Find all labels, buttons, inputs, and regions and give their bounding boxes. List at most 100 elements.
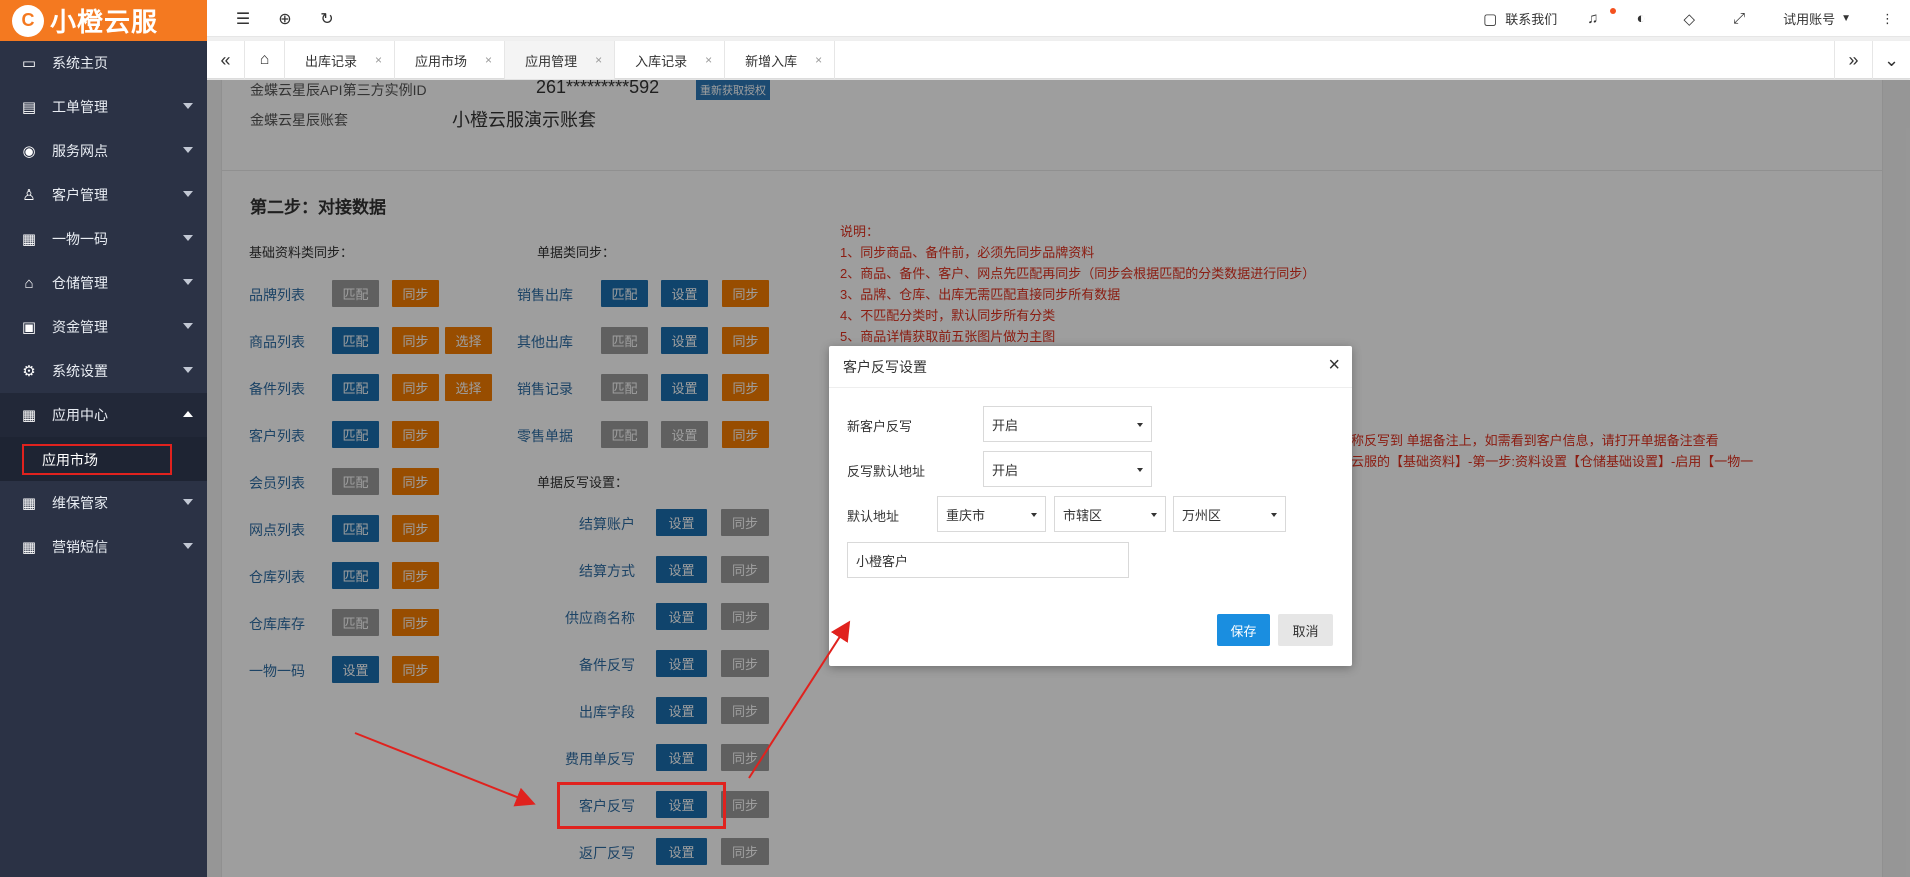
city-value: 重庆市 <box>946 507 986 523</box>
document-icon: ▤ <box>21 99 37 116</box>
sidebar-item-label: 系统主页 <box>52 55 108 71</box>
money-icon: ▣ <box>21 319 37 336</box>
sidebar-item-label: 系统设置 <box>52 363 108 379</box>
close-icon[interactable]: × <box>595 53 602 67</box>
chevron-down-icon: ▼ <box>1841 13 1851 24</box>
close-icon[interactable]: × <box>375 53 382 67</box>
sidebar-menu: ▭ 系统主页 ▤ 工单管理 ◉ 服务网点 ♙ 客户管理 ▦ 一物一码 ⌂ 仓储管理 ▣ 资金管理 ⚙ 系统设置… <box>0 41 207 569</box>
county-value: 万州区 <box>1182 507 1222 523</box>
sidebar: C 小橙云服 ▭ 系统主页 ▤ 工单管理 ◉ 服务网点 ♙ 客户管理 ▦ 一物一码 ⌂ 仓储管理 ▣ 资金… <box>0 0 207 877</box>
new-customer-writeback-value: 开启 <box>992 417 1019 433</box>
refresh-icon[interactable]: ↻ <box>317 9 337 29</box>
app-logo[interactable]: C 小橙云服 <box>0 0 207 41</box>
district-select[interactable]: 市辖区 <box>1054 496 1166 532</box>
contact-us-link[interactable]: ▢ 联系我们 <box>1483 9 1557 28</box>
new-customer-writeback-label: 新客户反写 <box>847 419 913 434</box>
new-customer-writeback-select[interactable]: 开启 <box>983 406 1152 442</box>
close-icon[interactable]: × <box>815 53 822 67</box>
topbar: ☰ ⊕ ↻ ▢ 联系我们 ♫ ◐ ◇ ⤢ 试用账号 ▼ ⋮ <box>207 0 1910 37</box>
home-tab-icon[interactable]: ⌂ <box>245 41 285 79</box>
contact-us-label: 联系我们 <box>1505 12 1558 27</box>
tag-button[interactable]: ◇ <box>1684 10 1704 28</box>
sidebar-item-label: 应用中心 <box>52 407 108 423</box>
address-input[interactable]: 小橙客户 <box>847 542 1129 578</box>
sidebar-item-label: 服务网点 <box>52 143 108 159</box>
tab-1[interactable]: 应用市场 × <box>395 41 506 79</box>
bank-icon: ⌂ <box>24 274 34 292</box>
address-input-value: 小橙客户 <box>856 553 909 569</box>
default-address-writeback-value: 开启 <box>992 462 1019 478</box>
chevron-down-icon <box>183 235 193 241</box>
sidebar-item-7[interactable]: ⚙ 系统设置 <box>0 349 207 393</box>
sidebar-item-6[interactable]: ▣ 资金管理 <box>0 305 207 349</box>
sidebar-item-1[interactable]: ▤ 工单管理 <box>0 85 207 129</box>
district-value: 市辖区 <box>1063 507 1103 523</box>
tabs-scroll-left-icon[interactable]: « <box>207 41 245 79</box>
sidebar-item-4[interactable]: ▦ 一物一码 <box>0 217 207 261</box>
close-icon[interactable]: × <box>705 53 712 67</box>
submenu-item-app-market[interactable]: 应用市场 <box>22 444 172 475</box>
chevron-down-icon <box>1271 513 1277 517</box>
chevron-down-icon <box>183 147 193 153</box>
chevron-down-icon <box>183 279 193 285</box>
sidebar-item-0[interactable]: ▭ 系统主页 <box>0 41 207 85</box>
tab-2[interactable]: 应用管理 × <box>505 41 616 79</box>
sidebar-item-10[interactable]: ▦ 营销短信 <box>0 525 207 569</box>
close-icon[interactable]: × <box>485 53 492 67</box>
chevron-down-icon <box>183 543 193 549</box>
chevron-down-icon <box>1137 423 1143 427</box>
globe-icon: ◉ <box>22 143 36 160</box>
default-address-writeback-select[interactable]: 开启 <box>983 451 1152 487</box>
sidebar-item-2[interactable]: ◉ 服务网点 <box>0 129 207 173</box>
cancel-button[interactable]: 取消 <box>1278 614 1333 646</box>
fullscreen-icon: ⤢ <box>1733 10 1746 27</box>
tab-label: 出库记录 <box>305 53 358 69</box>
notification-dot <box>1610 8 1617 14</box>
monitor-icon: ▭ <box>21 55 37 72</box>
sidebar-item-3[interactable]: ♙ 客户管理 <box>0 173 207 217</box>
account-dropdown[interactable]: 试用账号 ▼ <box>1783 9 1851 28</box>
sidebar-item-label: 工单管理 <box>52 99 108 115</box>
sidebar-item-label: 资金管理 <box>52 319 108 335</box>
grid-icon: ▦ <box>21 231 37 248</box>
sidebar-item-8[interactable]: ▦ 应用中心 <box>0 393 207 437</box>
city-select[interactable]: 重庆市 <box>937 496 1046 532</box>
annotation-highlight-box <box>557 782 726 829</box>
sidebar-item-5[interactable]: ⌂ 仓储管理 <box>0 261 207 305</box>
tab-0[interactable]: 出库记录 × <box>285 41 396 79</box>
sidebar-item-9[interactable]: ▦ 维保管家 <box>0 481 207 525</box>
gear-icon: ⚙ <box>22 363 36 380</box>
chevron-down-icon <box>183 191 193 197</box>
sidebar-item-label: 一物一码 <box>52 231 108 247</box>
theme-button[interactable]: ◐ <box>1636 10 1653 27</box>
save-button[interactable]: 保存 <box>1217 614 1270 646</box>
collapse-menu-icon[interactable]: ☰ <box>233 9 253 29</box>
more-menu-button[interactable]: ⋮ <box>1881 11 1894 27</box>
notification-button[interactable]: ♫ <box>1587 8 1617 27</box>
chevron-down-icon <box>183 323 193 329</box>
logo-text: 小橙云服 <box>50 7 159 37</box>
fullscreen-button[interactable]: ⤢ <box>1733 10 1753 27</box>
logo-mark: C <box>12 4 44 37</box>
tab-label: 应用管理 <box>525 53 578 69</box>
sidebar-item-label: 营销短信 <box>52 539 108 555</box>
tag-icon: ◇ <box>1683 10 1696 28</box>
chevron-down-icon <box>183 499 193 505</box>
chevron-down-icon <box>183 367 193 373</box>
county-select[interactable]: 万州区 <box>1173 496 1286 532</box>
globe-icon[interactable]: ⊕ <box>275 9 295 29</box>
grid-icon: ▦ <box>21 539 37 556</box>
tab-3[interactable]: 入库记录 × <box>615 41 726 79</box>
chevron-down-icon <box>1137 468 1143 472</box>
tab-4[interactable]: 新增入库 × <box>725 41 836 79</box>
tabs-menu-icon[interactable]: ⌄ <box>1872 41 1910 79</box>
chevron-down-icon <box>1031 513 1037 517</box>
tabs-scroll-right-icon[interactable]: » <box>1834 41 1872 79</box>
sidebar-item-label: 维保管家 <box>52 495 108 511</box>
modal-title: 客户反写设置 <box>843 358 927 375</box>
close-icon[interactable]: × <box>1328 354 1340 377</box>
bell-icon: ♫ <box>1587 10 1599 27</box>
chevron-up-icon <box>183 411 193 417</box>
modal-header: 客户反写设置 × <box>829 346 1352 388</box>
palette-icon: ◐ <box>1636 10 1646 27</box>
